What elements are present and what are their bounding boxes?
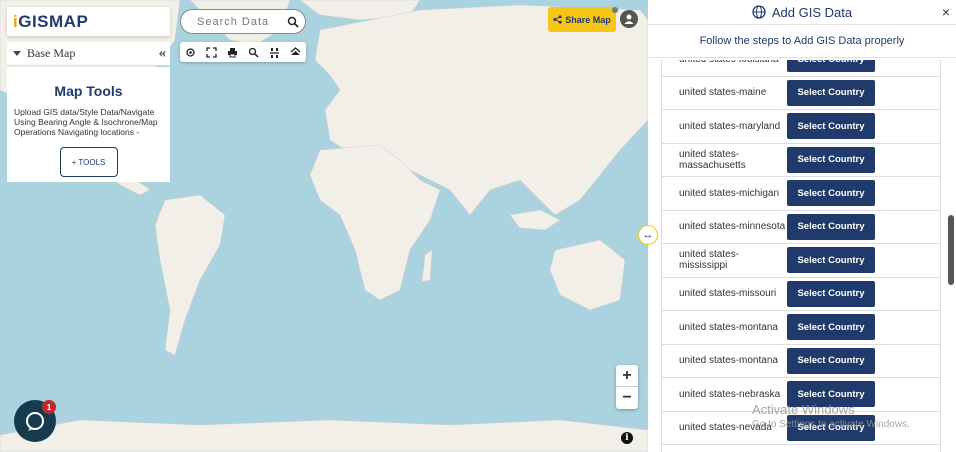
country-name: united states-mississippi xyxy=(679,249,740,272)
panel-header: Add GIS Data × xyxy=(648,0,956,25)
country-name: united states-montana xyxy=(679,321,778,333)
country-list[interactable]: united states-louisianaSelect Countryuni… xyxy=(661,60,941,452)
list-item: united states-louisianaSelect Country xyxy=(662,60,940,77)
notification-dot xyxy=(612,7,618,13)
windows-watermark: Activate Windows xyxy=(752,402,855,417)
resize-handle[interactable]: ↔ xyxy=(638,225,658,245)
list-item: united states-maryland Select Country xyxy=(662,110,940,144)
list-item: united states-massachusetts Select Countr… xyxy=(662,144,940,177)
base-map-label: Base Map xyxy=(27,46,76,60)
select-country-button[interactable]: Select Country xyxy=(787,280,875,307)
share-icon xyxy=(553,15,562,24)
zoom-out-button[interactable]: − xyxy=(616,387,638,409)
country-name: united states-nebraska xyxy=(679,388,781,400)
chat-badge: 1 xyxy=(42,400,56,414)
select-country-button[interactable]: Select Country xyxy=(787,314,875,341)
scrollbar-thumb[interactable] xyxy=(948,215,954,285)
caret-down-icon xyxy=(13,51,21,56)
tools-button[interactable]: + TOOLS xyxy=(59,147,118,177)
windows-watermark-sub: Go to Settings to activate Windows. xyxy=(752,419,910,430)
zoom-control: + − xyxy=(616,365,638,409)
country-name: united states-maine xyxy=(679,87,767,99)
select-country-button[interactable]: Select Country xyxy=(787,79,875,106)
list-item: united states-michigan Select Country xyxy=(662,177,940,211)
base-map-toggle[interactable]: Base Map « xyxy=(7,42,170,66)
print-icon[interactable] xyxy=(226,45,240,59)
map-toolbar xyxy=(180,42,306,62)
map-tools-title: Map Tools xyxy=(54,83,123,99)
country-name: united states-missouri xyxy=(679,288,777,300)
country-name: united states-montana xyxy=(679,355,778,367)
add-gis-data-panel: Add GIS Data × Follow the steps to Add G… xyxy=(648,0,956,452)
select-country-button[interactable]: Select Country xyxy=(787,146,875,173)
search-icon[interactable] xyxy=(287,16,299,28)
zoom-search-icon[interactable] xyxy=(247,45,261,59)
panel-title: Add GIS Data xyxy=(771,4,853,20)
list-item: united states-montana Select Country xyxy=(662,311,940,345)
select-country-button[interactable]: Select Country xyxy=(787,213,875,240)
locate-icon[interactable] xyxy=(184,45,198,59)
share-map-button[interactable]: Share Map xyxy=(548,7,616,32)
list-item: united states-maine Select Country xyxy=(662,77,940,110)
select-country-button[interactable]: Select Country xyxy=(787,347,875,374)
map-tools-panel: Map Tools Upload GIS data/Style Data/Nav… xyxy=(7,67,170,182)
search-input[interactable] xyxy=(197,15,277,28)
gismap-logo[interactable]: iGISMAP xyxy=(7,7,170,36)
search-box[interactable] xyxy=(180,9,306,34)
list-item: united states-minnesota Select Country xyxy=(662,211,940,244)
zoom-in-button[interactable]: + xyxy=(616,365,638,387)
select-country-button[interactable]: Select Country xyxy=(787,60,875,73)
select-country-button[interactable]: Select Country xyxy=(787,247,875,274)
collapse-icon[interactable]: « xyxy=(159,45,166,62)
user-avatar-icon[interactable] xyxy=(620,10,638,28)
list-item: united states-montana Select Country xyxy=(662,345,940,378)
info-icon[interactable]: i xyxy=(621,432,633,444)
country-name: united states-maryland xyxy=(679,120,781,132)
share-map-label: Share Map xyxy=(565,14,611,25)
country-name: united states-massachusetts xyxy=(679,148,746,171)
panel-subtitle: Follow the steps to Add GIS Data properl… xyxy=(648,25,956,58)
measure-icon[interactable] xyxy=(268,45,282,59)
country-name: united states-minnesota xyxy=(679,221,786,233)
list-item: united states-mississippi Select Country xyxy=(662,244,940,278)
chat-bubble-icon xyxy=(26,412,44,431)
list-item: united states-missouri Select Country xyxy=(662,278,940,311)
select-country-button[interactable]: Select Country xyxy=(787,180,875,207)
country-name: united states-michigan xyxy=(679,187,780,199)
logo-text: GISMAP xyxy=(18,11,89,31)
layers-icon[interactable] xyxy=(289,45,303,59)
globe-icon xyxy=(752,5,766,19)
select-country-button[interactable]: Select Country xyxy=(787,113,875,140)
map-tools-description: Upload GIS data/Style Data/Navigate Usin… xyxy=(14,107,158,137)
fullscreen-icon[interactable] xyxy=(205,45,219,59)
close-icon[interactable]: × xyxy=(942,4,950,20)
country-name: united states-louisiana xyxy=(679,60,787,65)
